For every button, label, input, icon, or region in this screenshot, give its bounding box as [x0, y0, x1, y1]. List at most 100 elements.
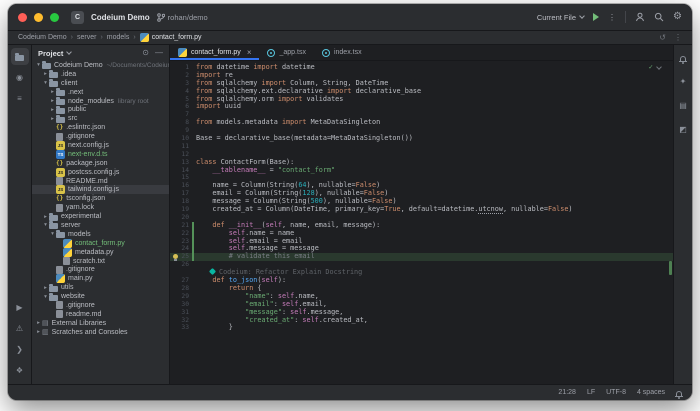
chevron-down-icon[interactable]	[66, 49, 73, 55]
tree-item-idea[interactable]: ▸ .idea	[32, 70, 169, 79]
close-window-button[interactable]	[18, 12, 27, 22]
expand-arrow-icon[interactable]: ▾	[49, 231, 56, 237]
tree-item-public[interactable]: ▸ public	[32, 105, 169, 114]
tree-item-contact-form-py[interactable]: contact_form.py	[32, 238, 169, 248]
code-line[interactable]: 14 __tablename__ = "contact_form"	[170, 166, 673, 175]
project-avatar[interactable]: C	[71, 10, 84, 24]
code-line[interactable]: 5 from sqlalchemy.orm import validates	[170, 95, 673, 104]
tree-item-metadata-py[interactable]: metadata.py	[32, 247, 169, 257]
tree-item-codeium-demo[interactable]: ▾ Codeium Demo~/Documents/Codeium Demo	[32, 61, 169, 70]
code-line[interactable]: 32 "created_at": self.created_at,	[170, 316, 673, 325]
tree-item-models[interactable]: ▾ models	[32, 230, 169, 239]
tree-item-experimental[interactable]: ▸ experimental	[32, 212, 169, 221]
tree-item-tailwind-config-js[interactable]: JS tailwind.config.js	[32, 185, 169, 195]
expand-arrow-icon[interactable]: ▸	[42, 285, 49, 291]
tree-item-scratch-txt[interactable]: scratch.txt	[32, 257, 169, 266]
tree-item-main-py[interactable]: main.py	[32, 274, 169, 284]
notifications-icon[interactable]	[674, 49, 692, 66]
expand-arrow-icon[interactable]: ▸	[42, 71, 49, 77]
tree-item-scratches-and-consoles[interactable]: ▸ ▥ Scratches and Consoles	[32, 328, 169, 337]
breadcrumb-item-models[interactable]: models	[107, 34, 130, 41]
vcs-branch-widget[interactable]: rohan/demo	[156, 13, 208, 22]
expand-arrow-icon[interactable]: ▸	[35, 329, 42, 335]
tree-item-next-config-js[interactable]: JS next.config.js	[32, 140, 169, 150]
database-icon[interactable]: ▤	[674, 97, 692, 114]
code-line[interactable]: 11	[170, 143, 673, 151]
locate-file-icon[interactable]: ⊙	[142, 49, 149, 57]
tree-item-next-env-d-ts[interactable]: TS next-env.d.ts	[32, 149, 169, 159]
tree-item-readme-md[interactable]: readme.md	[32, 310, 169, 319]
expand-arrow-icon[interactable]: ▾	[42, 294, 49, 300]
breadcrumb-item-contact-form-py[interactable]: contact_form.py	[139, 33, 202, 42]
inspections-widget[interactable]: ✓	[649, 64, 662, 71]
cursor-position[interactable]: 21:28	[558, 389, 576, 396]
breadcrumb-item-server[interactable]: server	[77, 34, 96, 41]
expand-arrow-icon[interactable]: ▾	[42, 222, 49, 228]
tree-item-node-modules[interactable]: ▸ node_modules library root	[32, 97, 169, 106]
breadcrumb-item-codeium-demo[interactable]: Codeium Demo	[18, 34, 67, 41]
expand-arrow-icon[interactable]: ▾	[42, 80, 49, 86]
expand-arrow-icon[interactable]: ▸	[42, 214, 49, 220]
line-separator[interactable]: LF	[587, 389, 595, 396]
ai-assistant-icon[interactable]: ✦	[674, 73, 692, 90]
code-line[interactable]: 33 }	[170, 323, 673, 332]
tree-item-server[interactable]: ▾ server	[32, 221, 169, 230]
notifications-icon[interactable]	[675, 390, 683, 399]
expand-arrow-icon[interactable]: ▾	[35, 62, 42, 68]
expand-arrow-icon[interactable]: ▸	[49, 98, 56, 104]
close-tab-icon[interactable]: ×	[247, 48, 252, 57]
code-line[interactable]: 19 created_at = Column(DateTime, primary…	[170, 205, 673, 215]
project-panel-title[interactable]: Project	[38, 49, 63, 58]
tree-item-gitignore[interactable]: .gitignore	[32, 301, 169, 310]
zoom-window-button[interactable]	[50, 12, 59, 22]
tree-item-tsconfig-json[interactable]: {} tsconfig.json	[32, 194, 169, 203]
run-config-selector[interactable]: Current File	[537, 13, 585, 22]
code-editor[interactable]: 1 from datetime import datetime 2 import re…	[170, 61, 673, 384]
tree-item-src[interactable]: ▸ src	[32, 114, 169, 123]
tree-item-gitignore[interactable]: .gitignore	[32, 132, 169, 141]
tree-item-external-libraries[interactable]: ▸ ▤ External Libraries	[32, 319, 169, 328]
expand-arrow-icon[interactable]: ▸	[35, 320, 42, 326]
tree-item-website[interactable]: ▾ website	[32, 292, 169, 301]
history-icon[interactable]: ↺	[659, 33, 666, 42]
expand-arrow-icon[interactable]: ▸	[49, 116, 56, 122]
run-button[interactable]	[593, 13, 600, 21]
run-icon[interactable]: ▶	[11, 299, 29, 316]
tree-item-gitignore[interactable]: .gitignore	[32, 265, 169, 274]
expand-arrow-icon[interactable]: ▸	[49, 89, 56, 95]
tab-contact-form-py[interactable]: contact_form.py ×	[170, 45, 259, 60]
code-line[interactable]: 6 import uuid	[170, 103, 673, 111]
indent-style[interactable]: 4 spaces	[637, 389, 665, 396]
project-icon[interactable]	[10, 48, 29, 65]
terminal-icon[interactable]: ❯	[11, 341, 29, 358]
file-encoding[interactable]: UTF-8	[606, 389, 626, 396]
user-avatar-icon[interactable]	[635, 12, 645, 22]
commit-icon[interactable]: ◉	[11, 69, 29, 86]
tree-item-readme-md[interactable]: README.md	[32, 177, 169, 186]
tree-item-postcss-config-js[interactable]: JS postcss.config.js	[32, 167, 169, 177]
code-line[interactable]: 10 Base = declarative_base(metadata=MetaD…	[170, 134, 673, 143]
hide-panel-icon[interactable]: —	[155, 49, 163, 57]
tab-index-tsx[interactable]: index.tsx	[314, 45, 370, 60]
tree-item-yarn-lock[interactable]: yarn.lock	[32, 203, 169, 212]
settings-gear-icon[interactable]: ⚙	[673, 12, 682, 22]
nav-more-icon[interactable]: ⋮	[674, 33, 682, 42]
code-line[interactable]: 1 from datetime import datetime	[170, 63, 673, 72]
tree-item-utils[interactable]: ▸ utils	[32, 283, 169, 292]
structure-icon[interactable]: ≡	[11, 90, 29, 107]
project-name[interactable]: Codeium Demo	[91, 13, 150, 22]
problems-icon[interactable]: ⚠	[11, 320, 29, 337]
code-line[interactable]: 25 # validate this email	[170, 252, 673, 262]
more-actions-icon[interactable]: ⋮	[608, 13, 616, 22]
search-everywhere-icon[interactable]	[654, 12, 664, 22]
tree-item-client[interactable]: ▾ client	[32, 79, 169, 88]
services-icon[interactable]: ❖	[11, 362, 29, 379]
editor-scrollbar[interactable]	[668, 61, 673, 384]
tree-item-eslintrc-json[interactable]: {} .eslintrc.json	[32, 123, 169, 132]
plugins-icon[interactable]: ◩	[674, 121, 692, 138]
expand-arrow-icon[interactable]: ▸	[49, 107, 56, 113]
code-line[interactable]: 8 from models.metadata import MetaDataSin…	[170, 118, 673, 127]
tab-app-tsx[interactable]: _app.tsx	[259, 45, 313, 60]
tree-item-next[interactable]: ▸ .next	[32, 88, 169, 97]
minimize-window-button[interactable]	[34, 12, 43, 22]
